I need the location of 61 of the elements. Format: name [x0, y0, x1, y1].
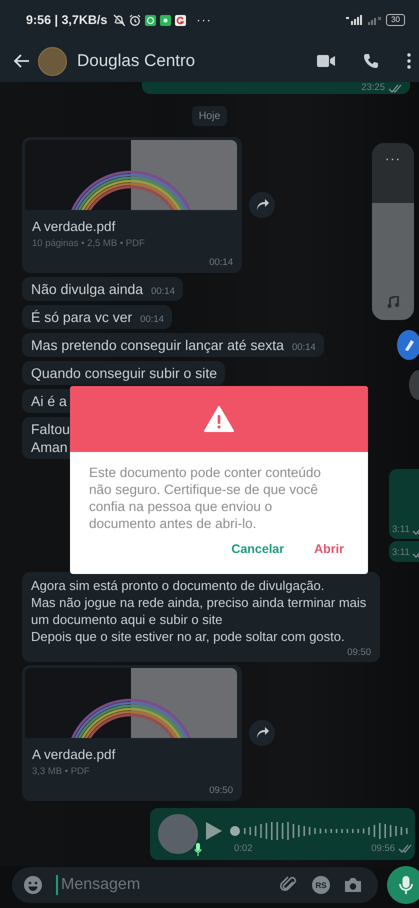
status-text: 9:56 | 3,7KB/s: [26, 13, 108, 27]
message-time: 00:14: [151, 286, 175, 298]
video-camera-icon[interactable]: [317, 55, 335, 67]
more-notifications-text: ···: [196, 13, 212, 27]
camera-icon[interactable]: [344, 877, 362, 893]
dialog-message: Este documento pode conter conteúdo não seguro. Certifique-se de que você confia na pessoa que enviou o documento antes de abri-lo.: [89, 464, 322, 532]
message-input[interactable]: Mensagem: [56, 875, 266, 895]
sticker-button[interactable]: RS: [312, 876, 330, 894]
music-note-icon: [387, 296, 399, 308]
document-info: 3,3 MB • PDF: [32, 766, 91, 777]
message-time: 09:50: [347, 647, 371, 659]
bell-off-icon: [113, 14, 126, 26]
forward-icon[interactable]: [249, 192, 275, 218]
voice-duration: 0:02: [234, 842, 252, 854]
paperclip-icon[interactable]: [280, 876, 298, 894]
message-time: 00:14: [140, 314, 164, 326]
message-text: É só para vc ver: [31, 308, 132, 326]
message-time: 3:11: [392, 524, 410, 535]
date-label: Hoje: [192, 106, 228, 126]
signal-icon: [366, 15, 382, 25]
play-icon[interactable]: [206, 822, 222, 840]
message-text: Mas pretendo conseguir lançar até sexta: [31, 336, 284, 354]
message-text: Não divulga ainda: [31, 280, 144, 298]
document-name: A verdade.pdf: [32, 219, 116, 234]
document-message-bubble[interactable]: A verdade.pdf 10 páginas • 2,5 MB • PDF 00:14: [22, 137, 242, 273]
double-check-icon: [398, 843, 412, 853]
app-icon: [160, 14, 172, 26]
double-check-icon: [388, 83, 402, 93]
warning-icon: [204, 406, 234, 432]
menu-icon[interactable]: [407, 53, 411, 69]
message-text: Ai é a: [31, 392, 67, 410]
message-time: 09:56: [371, 842, 395, 854]
message-text: Faltou Aman: [31, 420, 70, 456]
music-widget-panel[interactable]: ···: [372, 143, 414, 320]
contact-name[interactable]: Douglas Centro: [77, 51, 196, 71]
microphone-button[interactable]: [387, 866, 419, 904]
phone-icon[interactable]: [363, 53, 379, 69]
google-icon: [175, 14, 186, 26]
chat-app-icon: [145, 14, 156, 26]
document-message-bubble[interactable]: A verdade.pdf 3,3 MB • PDF 09:50: [22, 665, 242, 801]
document-name: A verdade.pdf: [32, 747, 116, 762]
emoji-icon[interactable]: [24, 876, 42, 894]
message-text: Agora sim está pronto o documento de divulgação. Mas não jogue na rede ainda, preciso ainda terminar mais um documento aqui e subir o site Depois que o site estiver no ar, pode soltar com gosto.: [31, 577, 368, 645]
signal-icon: [346, 15, 362, 25]
message-text: Quando conseguir subir o site: [31, 364, 217, 382]
alarm-icon: [129, 14, 142, 26]
message-time: 00:14: [209, 257, 233, 268]
battery-indicator: 30: [386, 14, 405, 26]
more-text[interactable]: ···: [385, 151, 401, 166]
message-time: 3:11: [392, 547, 410, 558]
contact-avatar[interactable]: [38, 46, 67, 76]
message-time: 09:50: [209, 785, 233, 796]
back-arrow-icon[interactable]: [14, 54, 30, 68]
message-time: 23:25: [361, 83, 385, 93]
message-time: 00:14: [292, 342, 316, 354]
microphone-icon: [194, 843, 202, 856]
forward-icon[interactable]: [249, 720, 275, 746]
message-input-field[interactable]: Mensagem RS: [12, 867, 378, 903]
open-button[interactable]: Abrir: [306, 538, 352, 560]
document-info: 10 páginas • 2,5 MB • PDF: [32, 238, 146, 249]
photo-placeholder: [158, 814, 198, 854]
